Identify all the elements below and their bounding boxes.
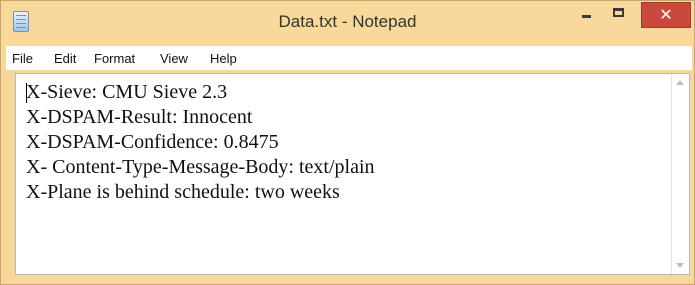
minimize-button[interactable] <box>574 2 600 26</box>
menu-format[interactable]: Format <box>94 51 135 66</box>
text-line: X-Sieve: CMU Sieve 2.3 <box>26 81 228 103</box>
menu-edit[interactable]: Edit <box>54 51 76 66</box>
vertical-scrollbar[interactable] <box>671 74 689 274</box>
scroll-up-arrow-icon[interactable] <box>676 80 684 85</box>
close-icon: ✕ <box>659 5 673 24</box>
text-line: X- Content-Type-Message-Body: text/plain <box>26 156 375 178</box>
title-bar[interactable]: Data.txt - Notepad ✕ <box>1 1 694 43</box>
text-caret <box>26 83 27 103</box>
close-button[interactable]: ✕ <box>641 2 691 28</box>
text-line: X-Plane is behind schedule: two weeks <box>26 181 340 203</box>
menu-view[interactable]: View <box>160 51 188 66</box>
text-line: X-DSPAM-Result: Innocent <box>26 106 253 128</box>
document-text[interactable]: X-Sieve: CMU Sieve 2.3 X-DSPAM-Result: I… <box>26 80 667 205</box>
maximize-button[interactable] <box>605 2 633 26</box>
scroll-down-arrow-icon[interactable] <box>676 263 684 268</box>
text-line: X-DSPAM-Confidence: 0.8475 <box>26 131 279 153</box>
notepad-window: Data.txt - Notepad ✕ File Edit Format Vi… <box>0 0 695 285</box>
menu-bar: File Edit Format View Help <box>6 46 692 70</box>
menu-file[interactable]: File <box>12 51 33 66</box>
text-editor[interactable]: X-Sieve: CMU Sieve 2.3 X-DSPAM-Result: I… <box>15 73 690 275</box>
menu-help[interactable]: Help <box>210 51 237 66</box>
